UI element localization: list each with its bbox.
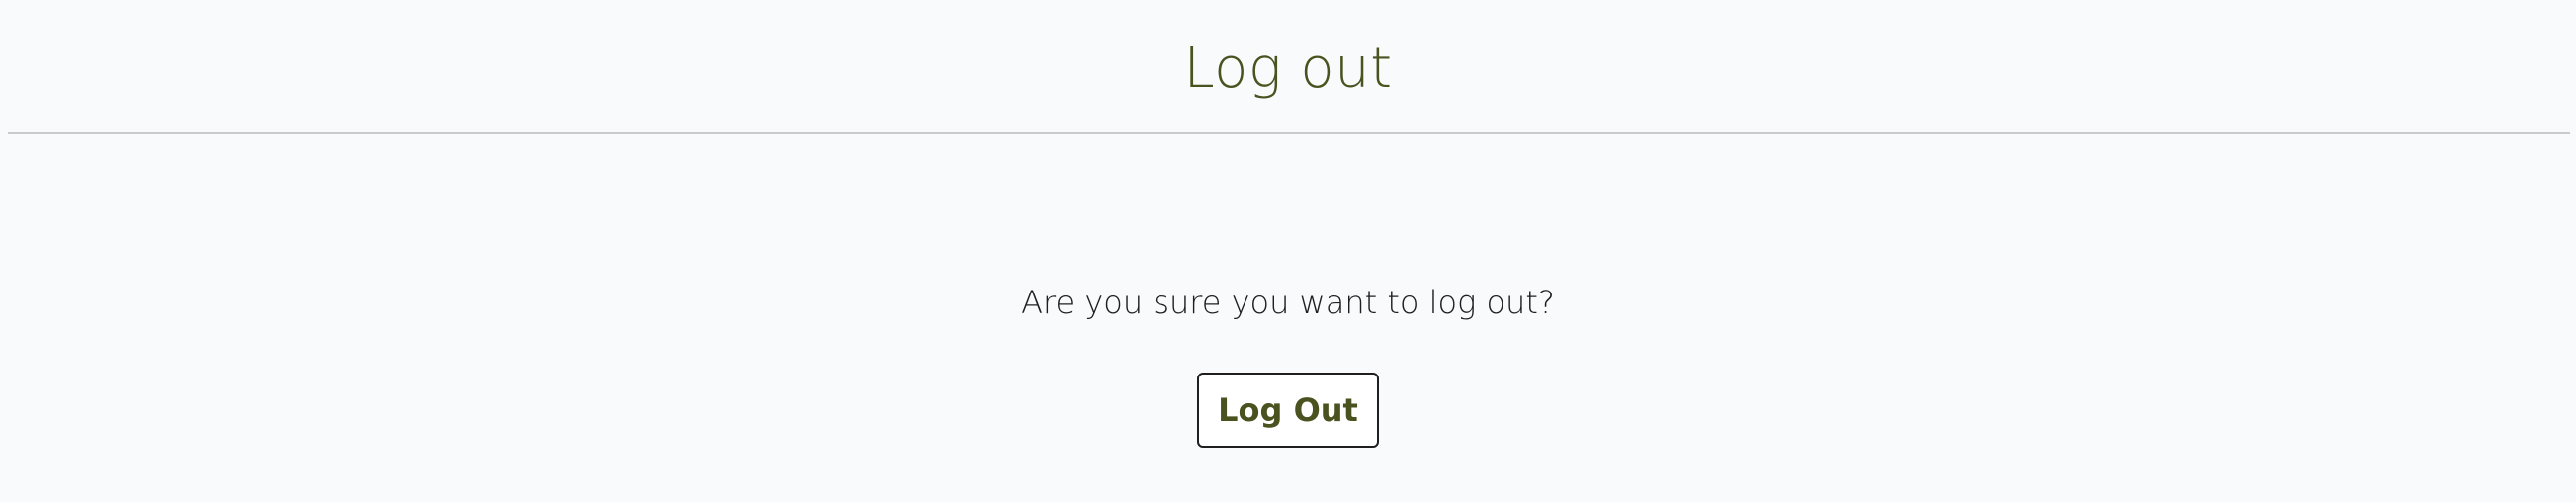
page-title: Log out — [1183, 37, 1393, 101]
page-header: Log out — [0, 0, 2576, 134]
header-divider — [8, 132, 2570, 134]
logout-prompt: Are you sure you want to log out? — [1021, 284, 1555, 321]
logout-button[interactable]: Log Out — [1197, 373, 1379, 448]
